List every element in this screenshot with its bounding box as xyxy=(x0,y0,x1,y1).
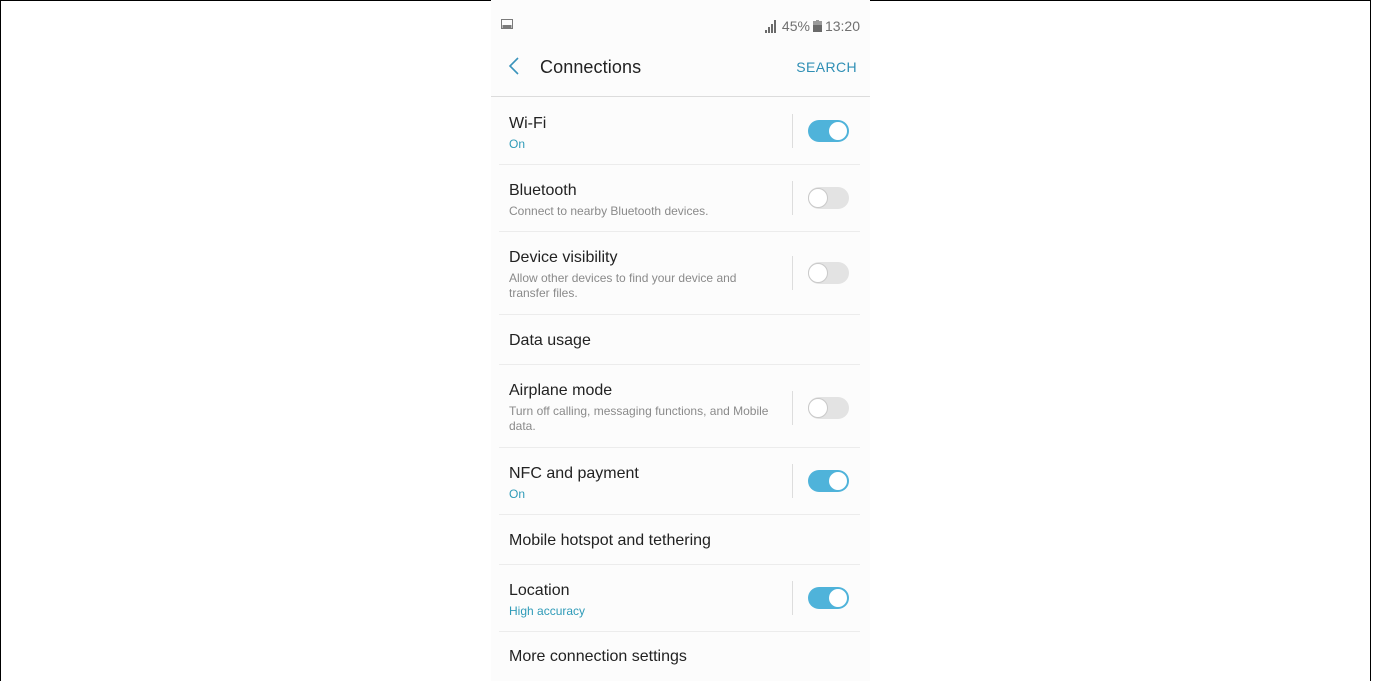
app-bar: Connections SEARCH xyxy=(491,40,870,97)
toggle-divider xyxy=(792,391,793,425)
setting-title: Mobile hotspot and tethering xyxy=(509,532,711,549)
toggle-divider xyxy=(792,114,793,148)
phone-screen: 45% 13:20 Connections SEARCH Wi-Fi On Bl… xyxy=(491,0,870,681)
toggle-knob xyxy=(828,588,848,608)
toggle-knob xyxy=(808,188,828,208)
signal-bars-icon xyxy=(764,19,779,33)
battery-percent: 45% xyxy=(781,18,810,34)
setting-title: NFC and payment xyxy=(509,465,639,482)
setting-row-bluetooth[interactable]: Bluetooth Connect to nearby Bluetooth de… xyxy=(491,165,870,232)
device-visibility-toggle[interactable] xyxy=(808,262,849,284)
setting-title: Wi-Fi xyxy=(509,115,547,132)
setting-title: Device visibility xyxy=(509,249,618,266)
status-time: 13:20 xyxy=(824,18,860,34)
toggle-divider xyxy=(792,256,793,290)
location-toggle[interactable] xyxy=(808,587,849,609)
setting-subtitle: On xyxy=(509,137,526,151)
wifi-toggle[interactable] xyxy=(808,120,849,142)
setting-subtitle: On xyxy=(509,487,526,501)
setting-row-mobile-hotspot[interactable]: Mobile hotspot and tethering xyxy=(491,515,870,565)
setting-title: Bluetooth xyxy=(509,182,577,199)
status-bar: 45% 13:20 xyxy=(491,0,870,40)
setting-row-device-visibility[interactable]: Device visibility Allow other devices to… xyxy=(491,232,870,315)
setting-row-airplane-mode[interactable]: Airplane mode Turn off calling, messagin… xyxy=(491,365,870,448)
status-right: 45% 13:20 xyxy=(764,18,860,34)
setting-subtitle: High accuracy xyxy=(509,604,586,618)
setting-title: Airplane mode xyxy=(509,382,613,399)
back-button[interactable] xyxy=(501,54,527,82)
setting-subtitle: Connect to nearby Bluetooth devices. xyxy=(509,204,709,218)
setting-title: More connection settings xyxy=(509,648,687,665)
search-button[interactable]: SEARCH xyxy=(796,59,857,75)
battery-icon xyxy=(812,20,822,32)
airplane-mode-toggle[interactable] xyxy=(808,397,849,419)
toggle-knob xyxy=(828,121,848,141)
toggle-knob xyxy=(828,471,848,491)
toggle-divider xyxy=(792,581,793,615)
setting-title: Location xyxy=(509,582,570,599)
setting-row-wifi[interactable]: Wi-Fi On xyxy=(491,98,870,165)
setting-row-more-connection-settings[interactable]: More connection settings xyxy=(491,632,870,681)
toggle-knob xyxy=(808,398,828,418)
bluetooth-toggle[interactable] xyxy=(808,187,849,209)
image-notification-icon xyxy=(501,19,513,29)
toggle-divider xyxy=(792,181,793,215)
chevron-left-icon xyxy=(508,56,520,80)
settings-list: Wi-Fi On Bluetooth Connect to nearby Blu… xyxy=(491,98,870,681)
setting-row-location[interactable]: Location High accuracy xyxy=(491,565,870,632)
setting-row-nfc[interactable]: NFC and payment On xyxy=(491,448,870,515)
setting-row-data-usage[interactable]: Data usage xyxy=(491,315,870,365)
setting-title: Data usage xyxy=(509,332,591,349)
nfc-toggle[interactable] xyxy=(808,470,849,492)
toggle-divider xyxy=(792,464,793,498)
toggle-knob xyxy=(808,263,828,283)
page-title: Connections xyxy=(540,57,642,77)
setting-subtitle: Turn off calling, messaging functions, a… xyxy=(509,404,769,433)
setting-subtitle: Allow other devices to find your device … xyxy=(509,271,737,300)
